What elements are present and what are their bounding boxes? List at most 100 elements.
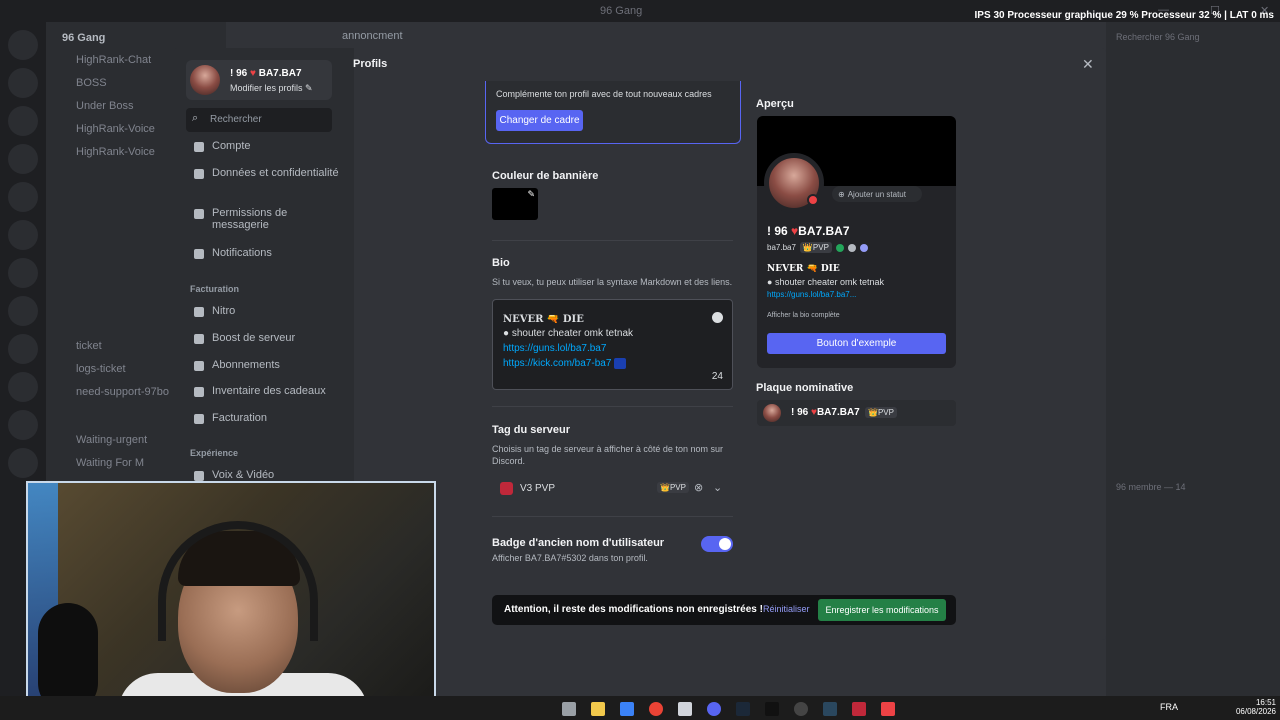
sidebar-item-permissions[interactable]: Permissions de messagerie <box>194 207 344 231</box>
server-icon[interactable] <box>8 106 38 136</box>
sidebar-item-donnees[interactable]: Données et confidentialité <box>194 167 344 179</box>
channel-item[interactable]: HighRank-Voice <box>76 146 155 158</box>
channel-item[interactable]: logs-ticket <box>76 363 126 375</box>
frame-promo-text: Complémente ton profil avec de tout nouv… <box>496 89 712 99</box>
app-icon[interactable] <box>881 702 895 716</box>
channel-item[interactable]: need-support-97bo <box>76 386 169 398</box>
add-status-button[interactable]: ⊕ Ajouter un statut <box>832 186 922 202</box>
clock-time: 16:51 <box>1255 698 1276 707</box>
reset-button[interactable]: Réinitialiser <box>763 604 810 614</box>
old-name-hint: Afficher BA7.BA7#5302 dans ton profil. <box>492 553 648 563</box>
channel-item[interactable]: Under Boss <box>76 100 133 112</box>
channel-item[interactable]: BOSS <box>76 77 107 89</box>
member-search[interactable]: Rechercher 96 Gang <box>1116 32 1200 42</box>
nitro-icon <box>194 307 204 317</box>
server-icon[interactable] <box>8 334 38 364</box>
sidebar-item-nitro[interactable]: Nitro <box>194 305 344 317</box>
heart-icon: ♥ <box>250 68 256 79</box>
nameplate-name-prefix: ! 96 <box>791 407 809 418</box>
server-icon[interactable] <box>8 410 38 440</box>
bio-text-line: ● shouter cheater omk tetnak <box>503 328 634 339</box>
server-icon[interactable] <box>8 182 38 212</box>
sidebar-item-label: Boost de serveur <box>212 332 296 344</box>
task-view-icon[interactable] <box>562 702 576 716</box>
sidebar-item-voix[interactable]: Voix & Vidéo <box>194 469 344 481</box>
bio-link[interactable]: https://kick.com/ba7-ba7 ■■ <box>503 358 627 369</box>
server-icon[interactable] <box>8 144 38 174</box>
banner-color-label: Couleur de bannière <box>492 170 599 182</box>
profile-name-tag: BA7.BA7 <box>258 68 302 79</box>
app-icon[interactable] <box>852 702 866 716</box>
unsaved-changes-bar: Attention, il reste des modifications no… <box>492 595 956 625</box>
example-button[interactable]: Bouton d'exemple <box>767 333 946 354</box>
file-explorer-icon[interactable] <box>591 702 605 716</box>
profile-card[interactable]: ! 96 ♥ BA7.BA7 Modifier les profils ✎ <box>186 60 332 100</box>
sidebar-item-facturation[interactable]: Facturation <box>194 412 344 424</box>
server-icon[interactable] <box>8 448 38 478</box>
receipt-icon <box>194 414 204 424</box>
sidebar-item-notifications[interactable]: Notifications <box>194 247 344 259</box>
cpu-label: Processeur <box>1141 10 1196 21</box>
channel-item[interactable]: ticket <box>76 340 102 352</box>
show-full-bio-link[interactable]: Afficher la bio complète <box>767 312 840 319</box>
calculator-icon[interactable] <box>678 702 692 716</box>
clock[interactable]: 16:51 06/08/2026 <box>1226 698 1276 716</box>
server-icon[interactable] <box>8 68 38 98</box>
bio-hint: Si tu veux, tu peux utiliser la syntaxe … <box>492 277 733 287</box>
sidebar-item-label: Abonnements <box>212 359 280 371</box>
server-icon[interactable] <box>8 30 38 60</box>
badge-icon <box>859 243 868 252</box>
language-indicator[interactable]: FRA <box>1160 702 1178 712</box>
change-frame-button[interactable]: Changer de cadre <box>496 110 583 131</box>
divider <box>492 516 733 517</box>
sidebar-item-boost[interactable]: Boost de serveur <box>194 332 344 344</box>
steam-icon[interactable] <box>736 702 750 716</box>
preview-bio-link[interactable]: https://guns.lol/ba7.ba7... <box>767 290 856 299</box>
preview-bio-line: ● shouter cheater omk tetnak <box>767 277 884 287</box>
preview-tag-badge: 👑PVP <box>799 242 832 253</box>
sidebar-item-abonnements[interactable]: Abonnements <box>194 359 344 371</box>
channel-header: annoncment <box>226 30 1106 48</box>
server-tag-icon <box>500 482 513 495</box>
server-name[interactable]: 96 Gang <box>62 32 105 44</box>
add-status-label: Ajouter un statut <box>847 189 906 199</box>
flag-icon: ■■ <box>614 358 627 369</box>
outlook-icon[interactable] <box>620 702 634 716</box>
save-changes-button[interactable]: Enregistrer les modifications <box>818 599 946 621</box>
clock-date: 06/08/2026 <box>1235 707 1276 716</box>
close-icon[interactable]: ✕ <box>1082 56 1094 73</box>
preview-display-name-prefix: ! 96 <box>767 224 788 238</box>
nameplate-preview: ! 96 ♥BA7.BA7 👑PVP <box>757 400 956 426</box>
nvidia-icon[interactable] <box>765 702 779 716</box>
sidebar-item-compte[interactable]: Compte <box>194 140 344 152</box>
sidebar-item-label: Compte <box>212 140 251 152</box>
channel-item[interactable]: Waiting-urgent <box>76 434 147 446</box>
chevron-down-icon[interactable]: ⌄ <box>713 481 722 494</box>
sidebar-item-inventaire[interactable]: Inventaire des cadeaux <box>194 385 344 397</box>
obs-icon[interactable] <box>794 702 808 716</box>
lat-value: 0 ms <box>1251 10 1274 21</box>
server-tag-select[interactable]: V3 PVP 👑PVP ⊗ ⌄ <box>492 478 733 502</box>
bio-link[interactable]: https://guns.lol/ba7.ba7 <box>503 343 606 354</box>
channel-item[interactable]: Waiting For M <box>76 457 144 469</box>
channel-item[interactable]: HighRank-Voice <box>76 123 155 135</box>
server-icon[interactable] <box>8 258 38 288</box>
bio-textarea[interactable]: NEVER 🔫 DIE ● shouter cheater omk tetnak… <box>492 299 733 390</box>
bio-label: Bio <box>492 257 510 269</box>
lat-label: LAT <box>1229 10 1249 21</box>
steam-icon[interactable] <box>823 702 837 716</box>
discord-icon[interactable] <box>707 702 721 716</box>
webcam-overlay <box>26 481 436 715</box>
server-icon[interactable] <box>8 220 38 250</box>
modify-profiles-link[interactable]: Modifier les profils ✎ <box>230 83 313 94</box>
clear-icon[interactable]: ⊗ <box>694 481 703 494</box>
preview-bio-line: NEVER 🔫 DIE <box>767 264 840 274</box>
channel-item[interactable]: HighRank-Chat <box>76 54 151 66</box>
server-icon[interactable] <box>8 296 38 326</box>
preview-username-row: ba7.ba7 👑PVP <box>767 242 868 253</box>
emoji-picker-icon[interactable] <box>712 312 723 323</box>
chrome-icon[interactable] <box>649 702 663 716</box>
search-input[interactable]: ⌕ Rechercher <box>186 108 332 132</box>
banner-color-swatch[interactable]: ✎ <box>492 188 538 220</box>
server-icon[interactable] <box>8 372 38 402</box>
